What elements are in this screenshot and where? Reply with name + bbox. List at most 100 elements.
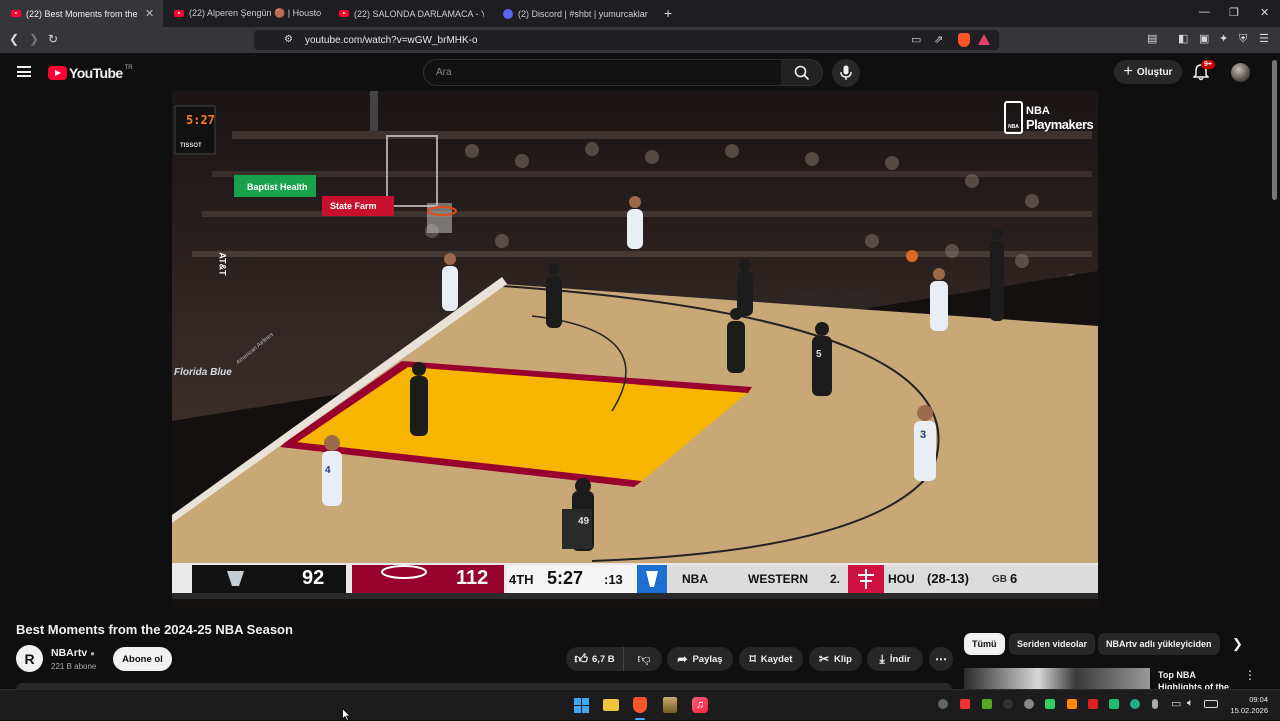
tab-title: (2) Discord | #shbt | yumurcaklar <box>518 8 648 19</box>
chip-all[interactable]: Tümü <box>964 633 1005 655</box>
music-app-icon[interactable]: ♫ <box>692 697 708 713</box>
notifications-button[interactable]: 9+ <box>1193 60 1215 82</box>
avatar[interactable] <box>1231 63 1250 82</box>
tray-app-icon[interactable] <box>982 699 992 709</box>
jersey-number: 4 <box>325 465 331 476</box>
chip-label: NBArtv adlı yükleyiciden <box>1106 639 1212 649</box>
tray-app-icon[interactable] <box>1109 699 1119 709</box>
microphone-tray-icon[interactable] <box>1152 699 1158 709</box>
sidebar-icon[interactable]: ◧ <box>1178 32 1188 46</box>
browser-toolbar: ❮ ❯ ↻ ▯ ⚙ youtube.com/watch?v=wGW_brMHK-… <box>0 27 1280 53</box>
cast-icon[interactable]: ▭ <box>911 33 921 47</box>
tray-app-icon[interactable] <box>960 699 970 709</box>
reader-mode-icon[interactable]: ▤ <box>1147 32 1157 46</box>
chip-series[interactable]: Seriden videolar <box>1009 633 1096 655</box>
back-icon[interactable]: ❮ <box>9 32 19 46</box>
video-frame <box>172 91 1098 610</box>
address-bar[interactable]: ⚙ youtube.com/watch?v=wGW_brMHK-o ▭ ⇗ <box>254 30 999 50</box>
youtube-icon <box>339 10 349 17</box>
share-label: Paylaş <box>692 653 723 665</box>
voice-search-button[interactable] <box>832 59 860 87</box>
court-sponsor-text: Baptist Health <box>790 288 878 300</box>
minimize-icon[interactable]: — <box>1199 6 1210 18</box>
video-title: Best Moments from the 2024-25 NBA Season <box>16 622 293 637</box>
discord-icon <box>503 8 513 19</box>
more-actions-button[interactable]: ⋯ <box>929 647 953 671</box>
tray-app-icon[interactable] <box>1003 699 1013 709</box>
clock[interactable]: 09:04 15.02.2026 <box>1226 694 1268 716</box>
tray-app-icon[interactable] <box>1067 699 1077 709</box>
region-code: TR <box>124 65 133 71</box>
related-thumbnail[interactable] <box>964 668 1150 689</box>
search-box[interactable]: Ara <box>423 59 782 86</box>
tab-salonda[interactable]: (22) SALONDA DARLAMACA - YouTube <box>328 0 491 27</box>
channel-avatar[interactable]: R <box>16 645 43 672</box>
restore-icon[interactable]: ❐ <box>1229 6 1239 19</box>
network-icon[interactable]: ▭ <box>1171 697 1181 710</box>
close-tab-icon[interactable]: ✕ <box>145 7 154 20</box>
brave-browser-icon[interactable] <box>633 697 647 713</box>
league-client-icon[interactable] <box>663 697 677 713</box>
nba-playmakers-watermark: NBA NBA Playmakers <box>1004 101 1094 134</box>
page-scrollbar[interactable] <box>1270 56 1278 686</box>
tab-discord[interactable]: (2) Discord | #shbt | yumurcaklar <box>492 0 655 27</box>
sponsor-baptist: Baptist Health <box>247 182 308 192</box>
create-button[interactable]: + Oluştur <box>1114 60 1182 84</box>
team-code: HOU <box>888 572 915 586</box>
menu-icon[interactable]: ☰ <box>1259 32 1269 46</box>
plus-icon: + <box>1123 63 1133 80</box>
like-count: 6,7 B <box>591 653 615 665</box>
file-explorer-icon[interactable] <box>603 699 619 711</box>
dislike-button[interactable]: 👎︎ <box>628 647 660 671</box>
sponsor-statefarm: State Farm <box>330 201 377 211</box>
tab-best-moments[interactable]: (22) Best Moments from the 2024-25 NBA S… <box>0 0 163 27</box>
hamburger-menu-icon[interactable] <box>17 66 31 77</box>
game-quarter: 4TH <box>509 572 534 587</box>
volume-icon[interactable]: 🔈︎ <box>1187 697 1194 710</box>
windows-start-icon[interactable] <box>574 698 589 713</box>
chips-next-icon[interactable]: ❯ <box>1232 636 1243 652</box>
related-title-line: Top NBA <box>1158 670 1196 680</box>
leo-ai-icon[interactable]: ✦ <box>1219 32 1228 46</box>
youtube-icon <box>174 10 184 17</box>
new-tab-button[interactable]: + <box>664 5 672 21</box>
tab-title: (22) Best Moments from the 2024-25 NBA S… <box>26 8 139 19</box>
battery-icon[interactable] <box>1204 700 1218 708</box>
brave-shields-icon[interactable] <box>958 33 970 47</box>
video-player[interactable]: 5:27 TISSOT Baptist Health State Farm AT… <box>172 91 1098 610</box>
vpn-icon[interactable]: ⛨ <box>1239 32 1247 46</box>
conference-label: WESTERN <box>748 572 808 586</box>
games-behind-label: GB <box>992 574 1007 585</box>
watermark-nba-text: NBA <box>1026 104 1050 117</box>
tray-app-icon[interactable] <box>1130 699 1140 709</box>
share-button[interactable]: ➦ Paylaş <box>667 647 733 671</box>
forward-icon[interactable]: ❯ <box>29 32 39 46</box>
tab-title: (22) Alperen Şengün 🟤 | Houston Rockets <box>189 8 321 18</box>
tray-app-icon[interactable] <box>1088 699 1098 709</box>
tray-app-icon[interactable] <box>1045 699 1055 709</box>
share-icon[interactable]: ⇗ <box>934 33 943 47</box>
brave-rewards-icon[interactable] <box>978 34 990 45</box>
create-label: Oluştur <box>1136 66 1173 78</box>
save-button[interactable]: ⌑ Kaydet <box>739 647 803 671</box>
like-button[interactable]: 👍︎ 6,7 B <box>566 647 624 671</box>
related-menu-icon[interactable]: ⋮ <box>1244 668 1256 682</box>
download-button[interactable]: ⤓ İndir <box>867 647 923 671</box>
search-placeholder: Ara <box>436 67 452 78</box>
reload-icon[interactable]: ↻ <box>48 32 58 46</box>
chip-uploader[interactable]: NBArtv adlı yükleyiciden <box>1098 633 1220 655</box>
close-window-icon[interactable]: ✕ <box>1260 6 1269 19</box>
tray-app-icon[interactable] <box>1024 699 1034 709</box>
game-clock: 5:27 <box>547 568 584 588</box>
site-settings-icon[interactable]: ⚙ <box>284 33 293 47</box>
youtube-logo[interactable]: YouTube TR <box>48 65 133 81</box>
tab-alperen[interactable]: (22) Alperen Şengün 🟤 | Houston Rockets <box>163 0 326 27</box>
tray-app-icon[interactable] <box>938 699 948 709</box>
search-button[interactable] <box>781 59 823 86</box>
url-text: youtube.com/watch?v=wGW_brMHK-o <box>305 35 478 46</box>
wallet-icon[interactable]: ▣ <box>1199 32 1209 46</box>
download-label: İndir <box>889 653 911 665</box>
clip-button[interactable]: ✂ Klip <box>809 647 862 671</box>
subscribe-button[interactable]: Abone ol <box>113 647 172 671</box>
channel-name[interactable]: NBArtv ● <box>51 647 95 659</box>
